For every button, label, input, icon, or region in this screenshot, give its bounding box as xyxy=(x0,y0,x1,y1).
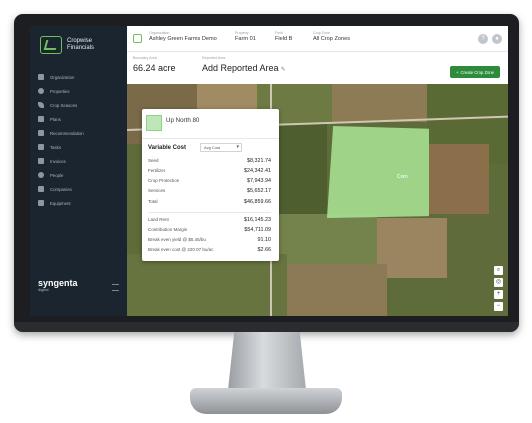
sidebar-item-companies[interactable]: Companies xyxy=(30,182,127,196)
divider xyxy=(148,212,271,213)
screen: Cropwise Financials Organization Propert… xyxy=(30,26,508,316)
crop-zone-polygon[interactable] xyxy=(327,126,429,218)
grid-icon[interactable] xyxy=(133,34,142,43)
boundary-area-value: 66.24 acre xyxy=(133,63,176,73)
logo-name: Cropwise xyxy=(67,38,93,44)
cost-summary-card: Up North 80 Variable Cost Avg Cost Seed$… xyxy=(142,109,279,261)
sidebar-item-invoices[interactable]: Invoices xyxy=(30,154,127,168)
map-pin-icon xyxy=(38,88,44,94)
clipboard-icon xyxy=(38,116,44,122)
reported-area-label: Reported Area xyxy=(202,56,226,60)
cost-row: Break even yield @ $5.45/bu 91.10 xyxy=(148,237,271,243)
cost-row: Crop Protection $7,943.94 xyxy=(148,178,271,184)
brand-logo: syngenta digital xyxy=(38,278,78,292)
map-field xyxy=(287,264,387,316)
cost-row: Contribution Margin $54,711.09 xyxy=(148,227,271,233)
breadcrumb-field[interactable]: Field Field B xyxy=(275,31,292,42)
map-field xyxy=(377,218,447,278)
cost-row: Land Rent $16,145.23 xyxy=(148,217,271,223)
map-field xyxy=(277,124,327,214)
top-bar: Organization Ashley Green Farms Demo Pro… xyxy=(127,26,508,52)
monitor-stand-base xyxy=(190,388,342,414)
sidebar-item-equipment[interactable]: Equipment xyxy=(30,196,127,210)
boundary-area-label: Boundary Area xyxy=(133,56,157,60)
logo-product: Financials xyxy=(67,45,95,51)
create-crop-zone-button[interactable]: + Create Crop Zone xyxy=(450,66,500,78)
cost-row: Services $5,652.17 xyxy=(148,188,271,194)
pencil-icon[interactable]: ✎ xyxy=(281,67,286,73)
invoice-icon xyxy=(38,158,44,164)
app-logo[interactable]: Cropwise Financials xyxy=(40,36,94,54)
sidebar-item-people[interactable]: People xyxy=(30,168,127,182)
list-icon xyxy=(38,144,44,150)
document-icon xyxy=(38,130,44,136)
zoom-out-icon[interactable]: − xyxy=(494,302,503,311)
people-icon xyxy=(38,172,44,178)
avatar[interactable]: ● xyxy=(492,34,502,44)
sidebar-item-tasks[interactable]: Tasks xyxy=(30,140,127,154)
building-icon xyxy=(38,74,44,80)
sidebar-item-properties[interactable]: Properties xyxy=(30,84,127,98)
reported-area-value[interactable]: Add Reported Area ✎ xyxy=(202,63,286,73)
cost-total-row: Total $46,859.66 xyxy=(148,199,271,205)
zoom-in-icon[interactable]: + xyxy=(494,290,503,299)
plus-icon: + xyxy=(456,69,459,75)
map-field xyxy=(429,144,489,214)
help-icon[interactable]: ? xyxy=(478,34,488,44)
monitor-chin xyxy=(14,322,519,332)
sidebar-nav: Organization Properties Crop Seasons Pla… xyxy=(30,70,127,210)
breadcrumb-crop-zone[interactable]: Crop Zone All Crop Zones xyxy=(313,31,350,42)
sidebar-item-crop-seasons[interactable]: Crop Seasons xyxy=(30,98,127,112)
map-field xyxy=(332,84,442,122)
breadcrumb-organization[interactable]: Organization Ashley Green Farms Demo xyxy=(149,31,217,42)
variable-cost-title: Variable Cost xyxy=(148,145,187,151)
sidebar-item-organization[interactable]: Organization xyxy=(30,70,127,84)
sidebar-item-plans[interactable]: Plans xyxy=(30,112,127,126)
map-field xyxy=(127,254,287,316)
sidebar-item-recommendation[interactable]: Recommendation xyxy=(30,126,127,140)
company-icon xyxy=(38,186,44,192)
zone-thumbnail xyxy=(146,115,162,131)
monitor-stand-neck xyxy=(228,332,306,390)
logo-icon xyxy=(40,36,62,54)
collapse-menu-icon[interactable] xyxy=(112,284,119,291)
crop-zone-label: Corn xyxy=(397,174,408,180)
cost-row: Seed $8,321.74 xyxy=(148,158,271,164)
cost-row: Fertilizer $24,342.41 xyxy=(148,168,271,174)
breadcrumb-property[interactable]: Property Farm 01 xyxy=(235,31,256,42)
cost-row: Break even cost @ 220.07 bu/ac $2.66 xyxy=(148,247,271,253)
card-title: Up North 80 xyxy=(166,117,200,124)
layers-icon[interactable]: ◎ xyxy=(494,278,503,287)
sidebar: Cropwise Financials Organization Propert… xyxy=(30,26,127,316)
cost-type-select[interactable]: Avg Cost xyxy=(200,143,242,152)
map-field xyxy=(277,214,377,264)
leaf-icon xyxy=(38,102,44,108)
search-icon[interactable]: ⌕ xyxy=(494,266,503,275)
tractor-icon xyxy=(38,200,44,206)
area-header: Boundary Area 66.24 acre Reported Area A… xyxy=(127,52,508,82)
